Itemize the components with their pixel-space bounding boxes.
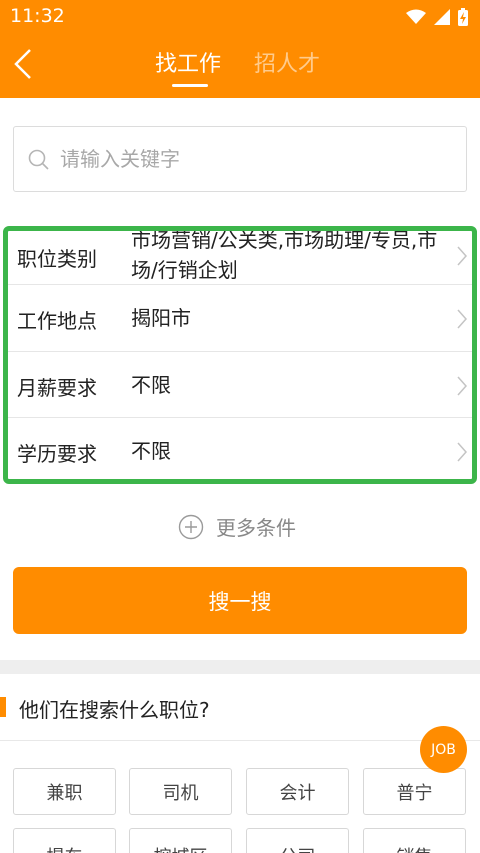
search-box[interactable] [13, 126, 467, 192]
filter-value: 不限 [131, 439, 171, 463]
chevron-right-icon [457, 309, 468, 329]
chevron-right-icon [457, 442, 468, 462]
filter-value: 不限 [131, 373, 171, 397]
status-icons [406, 8, 468, 26]
tab-find-talent[interactable]: 招人才 [254, 46, 320, 78]
section-divider [0, 660, 480, 674]
filter-label: 工作地点 [17, 309, 97, 333]
hot-tag[interactable]: 榕城区 [129, 828, 232, 853]
signal-icon [434, 9, 450, 25]
status-bar: 11:32 [0, 0, 480, 34]
hot-tag[interactable]: 普宁 [363, 768, 466, 815]
chevron-right-icon [457, 376, 468, 396]
search-input[interactable] [60, 141, 450, 177]
top-bar: 11:32 找工作 招人才 [0, 0, 480, 98]
divider [0, 740, 480, 741]
hot-tag[interactable]: 提车 [13, 828, 116, 853]
filter-row-salary[interactable]: 月薪要求 不限 [8, 352, 472, 418]
tab-find-talent-label: 招人才 [254, 52, 321, 77]
more-conditions-label: 更多条件 [216, 516, 296, 540]
filter-panel: 职位类别 市场营销/公关类,市场助理/专员,市场/行销企划 工作地点 揭阳市 月… [3, 226, 477, 484]
battery-icon [458, 8, 468, 26]
filter-value: 市场营销/公关类,市场助理/专员,市场/行销企划 [131, 228, 438, 282]
hot-tag[interactable]: 会计 [246, 768, 349, 815]
filter-label: 学历要求 [17, 442, 97, 466]
filter-label: 月薪要求 [17, 376, 97, 400]
wifi-icon [406, 9, 426, 24]
hot-search-title: 他们在搜索什么职位? [19, 698, 210, 722]
hot-tag[interactable]: 兼职 [13, 768, 116, 815]
more-conditions-button[interactable]: 更多条件 [178, 512, 296, 541]
filter-row-education[interactable]: 学历要求 不限 [8, 418, 472, 479]
hot-tag[interactable]: 司机 [129, 768, 232, 815]
tab-active-underline [172, 84, 208, 87]
chevron-right-icon [457, 246, 468, 266]
search-button[interactable]: 搜一搜 [13, 567, 467, 634]
nav-bar: 找工作 招人才 [0, 34, 480, 98]
section-title-marker [0, 697, 6, 717]
filter-label: 职位类别 [17, 247, 97, 271]
filter-row-job-category[interactable]: 职位类别 市场营销/公关类,市场助理/专员,市场/行销企划 [8, 231, 472, 285]
hot-tag[interactable]: 公司 [246, 828, 349, 853]
back-button[interactable] [6, 44, 40, 84]
tab-find-job[interactable]: 找工作 [155, 46, 222, 87]
hot-tag[interactable]: 销售 [363, 828, 466, 853]
chevron-left-icon [14, 49, 31, 79]
search-icon [28, 149, 49, 170]
filter-value: 揭阳市 [131, 306, 191, 330]
tab-find-job-label: 找工作 [155, 52, 222, 77]
status-time: 11:32 [10, 5, 65, 27]
plus-circle-icon [178, 514, 204, 539]
filter-row-location[interactable]: 工作地点 揭阳市 [8, 285, 472, 352]
job-floating-button[interactable]: JOB [420, 726, 467, 773]
